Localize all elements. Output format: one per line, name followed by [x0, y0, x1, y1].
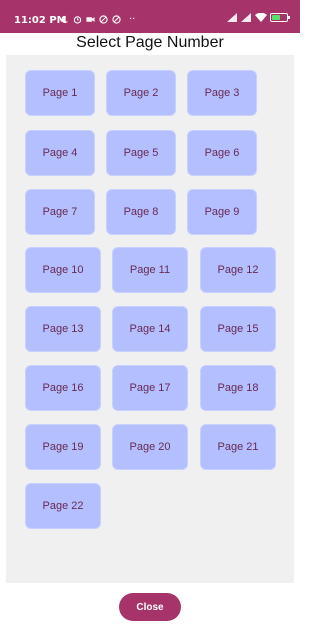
battery-level: [272, 15, 280, 20]
page-button-11[interactable]: Page 11: [112, 247, 188, 293]
moon-icon: [61, 15, 69, 24]
alarm-icon: [73, 16, 82, 24]
page-button-5[interactable]: Page 5: [106, 130, 176, 176]
page-list-panel[interactable]: Page 1 Page 2 Page 3 Page 4 Page 5 Page …: [6, 55, 294, 583]
status-right-icons: [227, 13, 290, 22]
blocked-icon: [112, 15, 121, 24]
page-button-6[interactable]: Page 6: [187, 130, 257, 176]
page-button-22[interactable]: Page 22: [25, 483, 101, 529]
page-button-4[interactable]: Page 4: [25, 130, 95, 176]
page-button-9[interactable]: Page 9: [187, 189, 257, 235]
page-button-18[interactable]: Page 18: [200, 365, 276, 411]
page-button-8[interactable]: Page 8: [106, 189, 176, 235]
battery-icon: [270, 13, 290, 22]
page-button-1[interactable]: Page 1: [25, 70, 95, 116]
page-button-13[interactable]: Page 13: [25, 306, 101, 352]
page-button-10[interactable]: Page 10: [25, 247, 101, 293]
page-button-17[interactable]: Page 17: [112, 365, 188, 411]
page-button-2[interactable]: Page 2: [106, 70, 176, 116]
page-button-16[interactable]: Page 16: [25, 365, 101, 411]
more-notifications: ··: [129, 14, 136, 25]
page-button-15[interactable]: Page 15: [200, 306, 276, 352]
page-button-12[interactable]: Page 12: [200, 247, 276, 293]
status-left-icons: ··: [60, 14, 135, 25]
wifi-icon: [255, 13, 267, 22]
blocked-icon: [99, 15, 108, 24]
page-button-3[interactable]: Page 3: [187, 70, 257, 116]
close-button[interactable]: Close: [119, 593, 181, 621]
page-button-20[interactable]: Page 20: [112, 424, 188, 470]
video-icon: [86, 17, 95, 22]
signal-icon: [241, 13, 251, 22]
page-button-14[interactable]: Page 14: [112, 306, 188, 352]
status-time: 11:02 PM: [14, 15, 67, 26]
signal-icon: [227, 13, 237, 22]
page-button-19[interactable]: Page 19: [25, 424, 101, 470]
page-button-7[interactable]: Page 7: [25, 189, 95, 235]
page-button-21[interactable]: Page 21: [200, 424, 276, 470]
dialog-footer: Close: [0, 583, 300, 629]
dialog-title: Select Page Number: [76, 34, 224, 51]
status-bar: 11:02 PM ··: [0, 0, 300, 33]
